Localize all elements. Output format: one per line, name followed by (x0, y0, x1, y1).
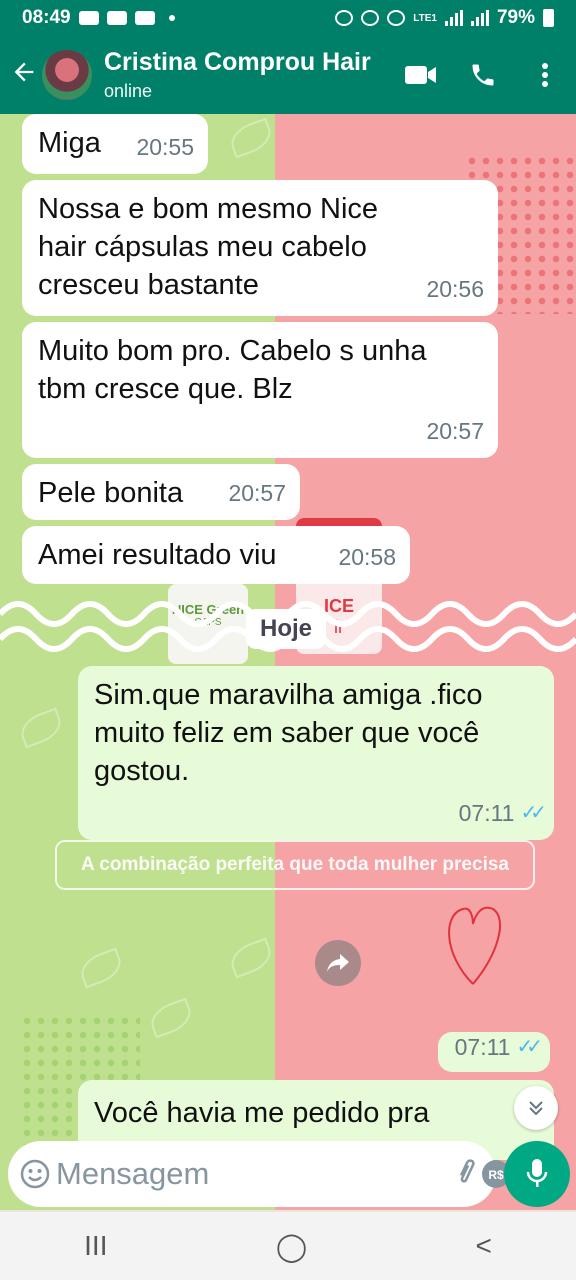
attach-icon[interactable] (455, 1159, 481, 1189)
mute-icon (361, 10, 380, 26)
leaf-decoration (16, 707, 66, 749)
message-time: 07:11 (458, 800, 515, 826)
youtube-notification-icon (106, 11, 127, 25)
date-divider: Hoje (246, 609, 327, 649)
forward-icon[interactable] (315, 940, 361, 986)
message-bubble-incoming[interactable]: Pele bonita 20:57 (22, 464, 300, 520)
message-text: Miga (38, 127, 101, 159)
leaf-decoration (226, 117, 276, 159)
more-notifications-icon (168, 15, 175, 21)
video-call-icon[interactable] (390, 64, 452, 86)
signal-icon (444, 10, 463, 26)
media-banner: A combinação perfeita que toda mulher pr… (55, 840, 535, 890)
wifi-icon (387, 10, 406, 26)
contact-avatar[interactable] (42, 50, 92, 100)
message-time: 20:55 (136, 134, 194, 160)
chat-header: Cristina Comprou Hair online (0, 36, 576, 114)
battery-icon (543, 9, 554, 27)
leaf-decoration (226, 937, 276, 979)
message-meta: 07:11 ✓✓ (454, 1028, 543, 1066)
home-button[interactable]: ◯ (276, 1230, 307, 1263)
message-text: Pele bonita (38, 477, 184, 509)
network-label: LTE1 (413, 12, 437, 24)
back-button[interactable]: < (475, 1230, 491, 1262)
signal-icon (470, 10, 489, 26)
message-meta: 07:11 ✓✓ (458, 794, 547, 832)
message-bubble-incoming[interactable]: Muito bom pro. Cabelo s unha tbm cresce … (22, 322, 498, 458)
youtube-notification-icon (78, 11, 99, 25)
battery-percent: 79% (496, 7, 535, 28)
message-text: Sim.que maravilha amiga .fico muito feli… (94, 679, 483, 787)
scroll-to-bottom-button[interactable] (514, 1086, 558, 1130)
emoji-icon[interactable] (20, 1159, 50, 1189)
system-navigation-bar: III ◯ < (0, 1212, 576, 1280)
read-receipt-icon: ✓✓ (516, 1036, 542, 1058)
svg-text:R$: R$ (488, 1168, 504, 1182)
status-bar: 08:49 LTE1 79% (0, 0, 576, 36)
back-arrow-icon[interactable] (0, 58, 42, 92)
read-receipt-icon: ✓✓ (520, 802, 546, 824)
more-options-icon[interactable] (514, 62, 576, 88)
contact-title[interactable]: Cristina Comprou Hair online (104, 48, 390, 102)
message-time: 20:57 (426, 418, 484, 444)
leaf-decoration (146, 997, 196, 1039)
message-time: 20:56 (426, 276, 484, 302)
message-input[interactable] (50, 1156, 455, 1192)
mail-notification-icon (134, 11, 155, 25)
recents-button[interactable]: III (84, 1230, 107, 1262)
message-text: Muito bom pro. Cabelo s unha tbm cresce … (38, 335, 427, 405)
message-text: Nossa e bom mesmo Nice hair cápsulas meu… (38, 193, 379, 301)
message-text: Você havia me pedido pra (94, 1097, 430, 1129)
message-bubble-incoming[interactable]: Amei resultado viu 20:58 (22, 526, 410, 584)
clock: 08:49 (22, 7, 71, 28)
double-chevron-down-icon (529, 1101, 543, 1116)
message-bubble-incoming[interactable]: Miga 20:55 (22, 114, 208, 174)
heart-doodle-decoration (448, 906, 502, 985)
leaf-decoration (76, 947, 126, 989)
message-time: 07:11 (454, 1034, 511, 1060)
message-bubble-outgoing[interactable]: Sim.que maravilha amiga .fico muito feli… (78, 666, 554, 840)
message-text: Amei resultado viu (38, 539, 277, 571)
message-bubble-outgoing[interactable]: 07:11 ✓✓ (438, 1032, 550, 1072)
contact-name: Cristina Comprou Hair (104, 48, 371, 76)
microphone-icon (526, 1159, 548, 1187)
chat-area[interactable]: NICE Green CAPS ICE ir Miga 20:55 Nossa … (0, 114, 576, 1210)
message-bubble-incoming[interactable]: Nossa e bom mesmo Nice hair cápsulas meu… (22, 180, 498, 316)
message-composer: R$ (8, 1141, 540, 1207)
voice-message-button[interactable] (504, 1141, 570, 1207)
contact-status: online (104, 81, 153, 101)
phone-call-icon[interactable] (452, 61, 514, 89)
message-time: 20:58 (338, 544, 396, 570)
alarm-icon (335, 10, 354, 26)
message-time: 20:57 (228, 480, 286, 506)
